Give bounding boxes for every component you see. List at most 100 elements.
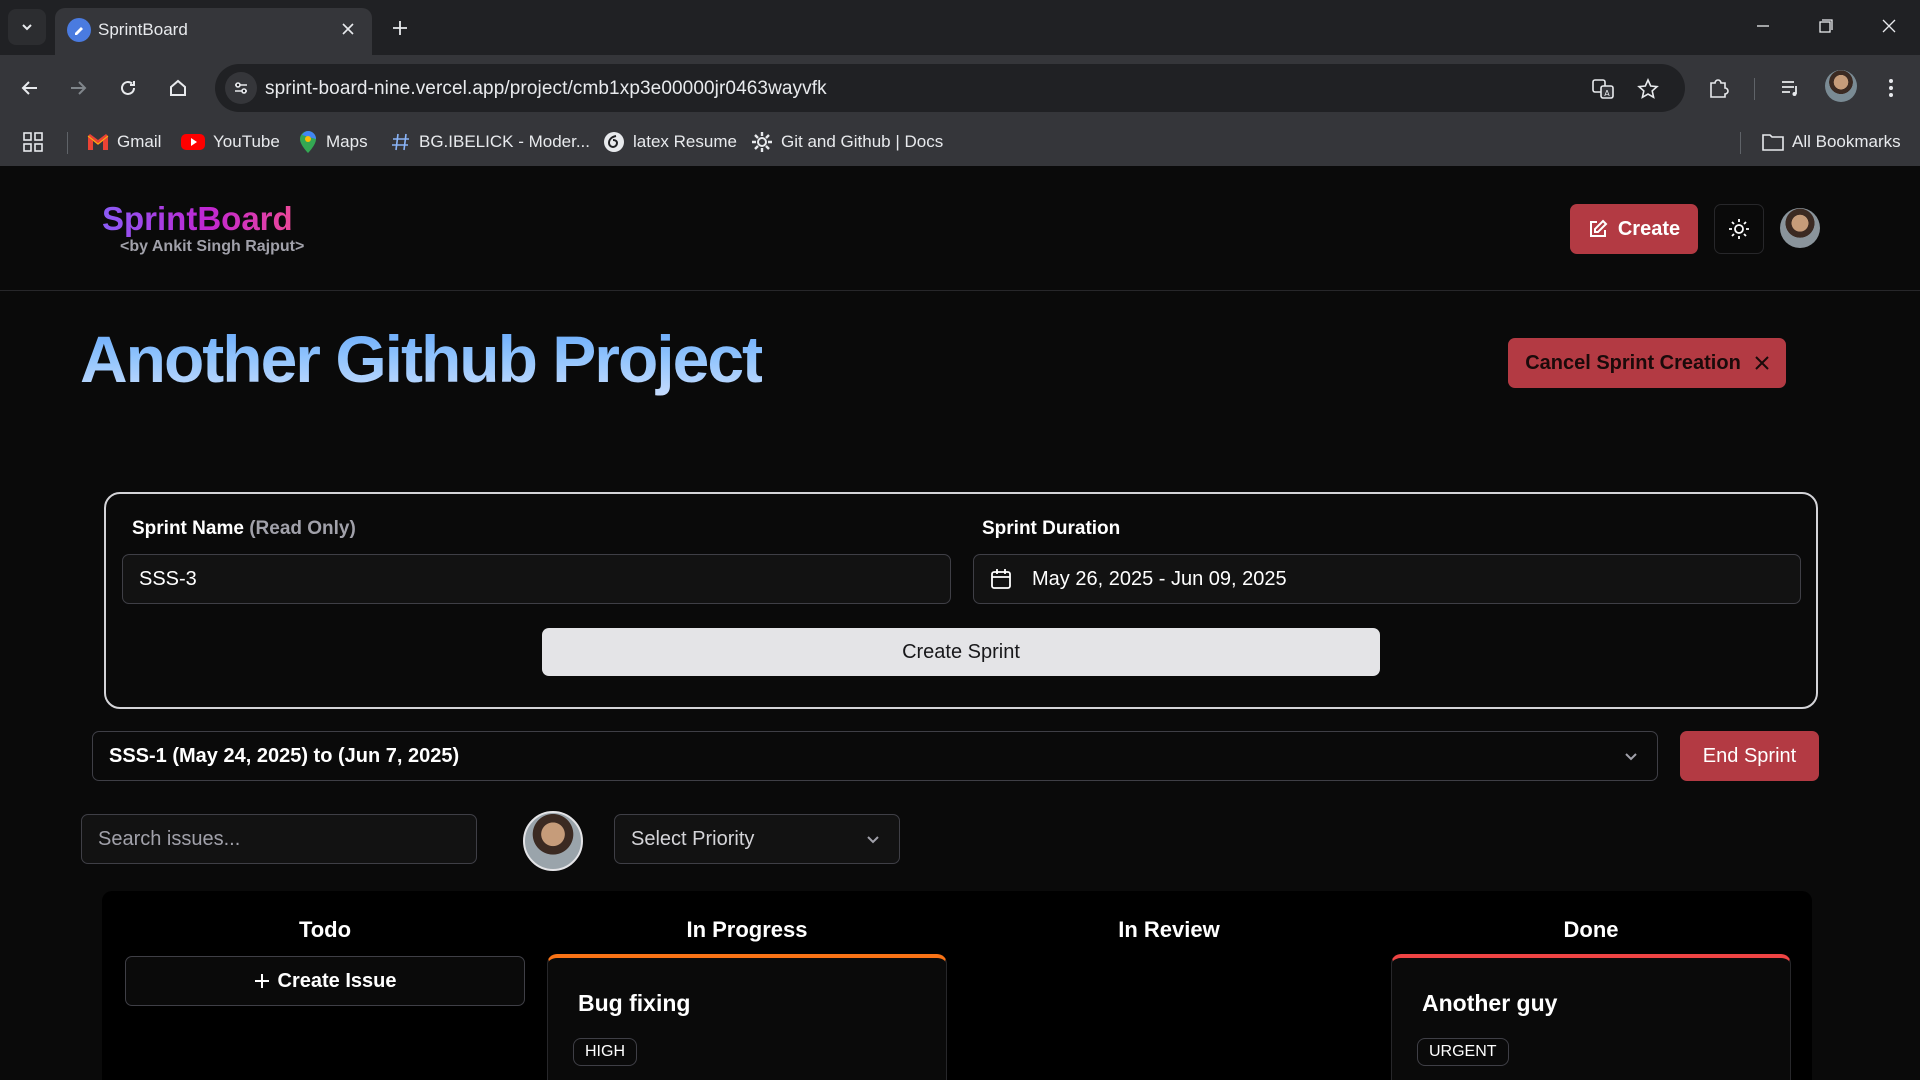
column-title-todo: Todo (298, 917, 352, 942)
column-title-done: Done (1563, 917, 1619, 942)
browser-toolbar: sprint-board-nine.vercel.app/project/cmb… (0, 55, 1920, 173)
issue-card[interactable]: Bug fixing HIGH (547, 954, 947, 1080)
overleaf-icon (604, 132, 624, 152)
apps-grid-icon[interactable] (22, 128, 44, 156)
sun-icon (1729, 219, 1749, 239)
plus-icon (254, 974, 269, 988)
forward-arrow-icon[interactable] (60, 70, 96, 106)
svg-text:A: A (1604, 89, 1610, 98)
sprint-duration-label: Sprint Duration (982, 518, 1121, 539)
create-issue-label: Create Issue (277, 969, 397, 992)
reload-icon[interactable] (110, 70, 146, 106)
site-info-icon[interactable] (225, 72, 257, 104)
bookmarks-divider (1740, 132, 1741, 154)
create-issue-button[interactable]: Create Issue (125, 956, 525, 1006)
cancel-sprint-creation-label: Cancel Sprint Creation (1525, 351, 1741, 374)
bookmark-star-icon[interactable] (1635, 76, 1661, 102)
maps-icon (300, 131, 316, 153)
sprint-selector[interactable]: SSS-1 (May 24, 2025) to (Jun 7, 2025) (92, 731, 1658, 781)
sprint-duration-value: May 26, 2025 - Jun 09, 2025 (1032, 567, 1287, 590)
user-avatar[interactable] (1780, 208, 1820, 248)
priority-badge: URGENT (1417, 1038, 1509, 1066)
bookmark-label: BG.IBELICK - Moder... (419, 132, 591, 151)
profile-avatar[interactable] (1825, 70, 1857, 102)
bookmark-label: Git and Github | Docs (781, 132, 944, 151)
gear-icon (752, 132, 772, 152)
gmail-icon (87, 134, 109, 150)
column-title-in-progress: In Progress (686, 917, 808, 942)
address-bar[interactable]: sprint-board-nine.vercel.app/project/cmb… (215, 64, 1685, 112)
chevron-down-icon (1625, 753, 1637, 761)
sprint-duration-picker[interactable]: May 26, 2025 - Jun 09, 2025 (973, 554, 1801, 604)
bookmark-maps[interactable]: Maps (298, 128, 368, 156)
close-icon (1755, 356, 1769, 370)
create-button-label: Create (1617, 217, 1681, 240)
browser-tab[interactable]: SprintBoard (55, 8, 372, 55)
sprint-name-label: Sprint Name (Read Only) (132, 518, 356, 540)
minimize-icon[interactable] (1740, 8, 1786, 44)
app-header: SprintBoard <by Ankit Singh Rajput> Crea… (0, 166, 1920, 291)
bookmark-label: Maps (326, 132, 368, 151)
tab-search-button[interactable] (8, 9, 46, 45)
browser-tab-bar: SprintBoard (0, 0, 1920, 55)
search-issues-placeholder: Search issues... (98, 827, 241, 850)
kebab-menu-icon[interactable] (1873, 70, 1909, 106)
search-issues-input[interactable]: Search issues... (81, 814, 477, 864)
restore-icon[interactable] (1803, 8, 1849, 44)
sprint-name-value: SSS-3 (139, 567, 197, 590)
bookmark-gmail[interactable]: Gmail (87, 128, 161, 156)
chevron-down-icon (867, 836, 879, 844)
tab-title: SprintBoard (98, 20, 188, 39)
selected-sprint: SSS-1 (May 24, 2025) to (Jun 7, 2025) (109, 744, 460, 767)
sprint-name-input[interactable]: SSS-3 (122, 554, 951, 604)
priority-select-placeholder: Select Priority (631, 827, 755, 850)
issue-title: Another guy (1422, 990, 1558, 1016)
app-logo-subtitle: <by Ankit Singh Rajput> (120, 238, 305, 255)
url-text[interactable]: sprint-board-nine.vercel.app/project/cmb… (265, 78, 827, 100)
assignee-filter-avatar[interactable] (523, 811, 583, 871)
bookmark-label: YouTube (213, 132, 280, 151)
end-sprint-button[interactable]: End Sprint (1680, 731, 1819, 781)
chevron-down-icon (22, 24, 32, 31)
sprintboard-favicon-icon (67, 18, 91, 42)
app-page: SprintBoard <by Ankit Singh Rajput> Crea… (0, 166, 1920, 1080)
youtube-icon (181, 134, 205, 150)
sprint-name-label-text: Sprint Name (132, 518, 244, 539)
bookmark-git-github-docs[interactable]: Git and Github | Docs (751, 128, 943, 156)
bookmarks-divider (67, 132, 68, 154)
bookmark-label: latex Resume (633, 132, 737, 151)
bookmark-label: Gmail (117, 132, 162, 151)
toolbar-divider (1754, 78, 1755, 100)
cancel-sprint-creation-button[interactable]: Cancel Sprint Creation (1508, 338, 1786, 388)
calendar-icon (991, 569, 1011, 589)
media-controls-icon[interactable] (1772, 70, 1808, 106)
bookmarks-bar: Gmail YouTube Maps BG.IBELICK - Moder...… (0, 118, 1920, 166)
bookmark-youtube[interactable]: YouTube (181, 128, 280, 156)
all-bookmarks-label: All Bookmarks (1792, 132, 1901, 151)
close-window-icon[interactable] (1866, 8, 1912, 44)
folder-icon (1762, 134, 1784, 151)
new-tab-plus-icon[interactable] (385, 13, 415, 43)
hash-icon (392, 133, 409, 151)
column-title-in-review: In Review (1118, 917, 1220, 942)
app-logo[interactable]: SprintBoard (102, 200, 293, 238)
home-icon[interactable] (160, 70, 196, 106)
back-arrow-icon[interactable] (12, 70, 48, 106)
sprint-creation-form: Sprint Name (Read Only) SSS-3 Sprint Dur… (104, 492, 1818, 709)
create-button[interactable]: Create (1570, 204, 1698, 254)
extensions-puzzle-icon[interactable] (1700, 70, 1736, 106)
create-sprint-button[interactable]: Create Sprint (542, 628, 1380, 676)
priority-badge: HIGH (573, 1038, 637, 1066)
kanban-board: Todo In Progress In Review Done Create I… (102, 891, 1812, 1080)
read-only-hint: (Read Only) (249, 518, 356, 539)
tab-close-icon[interactable] (336, 17, 360, 41)
edit-icon (1589, 219, 1608, 237)
translate-icon[interactable]: A (1590, 76, 1616, 102)
priority-select[interactable]: Select Priority (614, 814, 900, 864)
bookmark-latex-resume[interactable]: latex Resume (603, 128, 737, 156)
theme-toggle-button[interactable] (1714, 204, 1764, 254)
project-title: Another Github Project (80, 322, 764, 396)
bookmark-bg-ibelick[interactable]: BG.IBELICK - Moder... (391, 128, 590, 156)
all-bookmarks[interactable]: All Bookmarks (1762, 128, 1901, 156)
issue-card[interactable]: Another guy URGENT (1391, 954, 1791, 1080)
